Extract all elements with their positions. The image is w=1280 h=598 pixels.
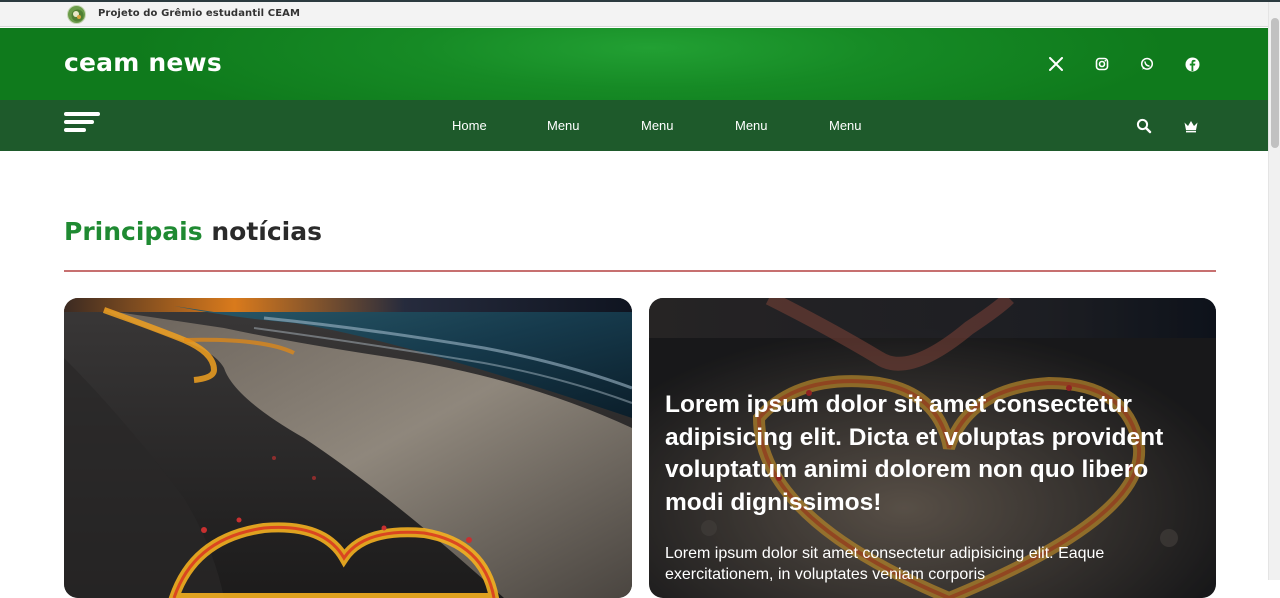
search-icon[interactable]: [1135, 117, 1153, 135]
section-title-rest: notícias: [211, 217, 322, 246]
nav-item-menu-3[interactable]: Menu: [735, 118, 768, 133]
x-twitter-icon[interactable]: [1047, 55, 1065, 73]
card-headline[interactable]: Lorem ipsum dolor sit amet consectetur a…: [665, 389, 1210, 519]
page-scrollbar[interactable]: [1268, 2, 1280, 580]
site-header: ceam news: [0, 28, 1268, 100]
scrollbar-thumb[interactable]: [1271, 18, 1279, 148]
main-navigation: Home Menu Menu Menu Menu: [0, 100, 1268, 151]
nav-item-menu-2[interactable]: Menu: [641, 118, 674, 133]
project-label: Projeto do Grêmio estudantil CEAM: [98, 8, 301, 19]
section-divider: [64, 270, 1216, 272]
hamburger-menu-icon[interactable]: [64, 112, 100, 136]
crown-icon[interactable]: [1182, 117, 1200, 135]
site-brand[interactable]: ceam news: [64, 48, 222, 77]
nav-item-menu-1[interactable]: Menu: [547, 118, 580, 133]
school-logo-icon: [67, 5, 86, 24]
card-excerpt: Lorem ipsum dolor sit amet consectetur a…: [665, 545, 1105, 583]
facebook-icon[interactable]: [1183, 55, 1201, 73]
instagram-icon[interactable]: [1093, 55, 1111, 73]
nav-item-home[interactable]: Home: [452, 118, 487, 133]
section-title: Principais notícias: [64, 217, 322, 246]
news-card-right[interactable]: Lorem ipsum dolor sit amet consectetur a…: [649, 298, 1216, 598]
night-beach-shoreline-image: [64, 298, 632, 598]
whatsapp-icon[interactable]: [1138, 55, 1156, 73]
section-title-accent: Principais: [64, 217, 203, 246]
nav-item-menu-4[interactable]: Menu: [829, 118, 862, 133]
top-bar: Projeto do Grêmio estudantil CEAM: [0, 2, 1268, 27]
news-card-left[interactable]: [64, 298, 632, 598]
